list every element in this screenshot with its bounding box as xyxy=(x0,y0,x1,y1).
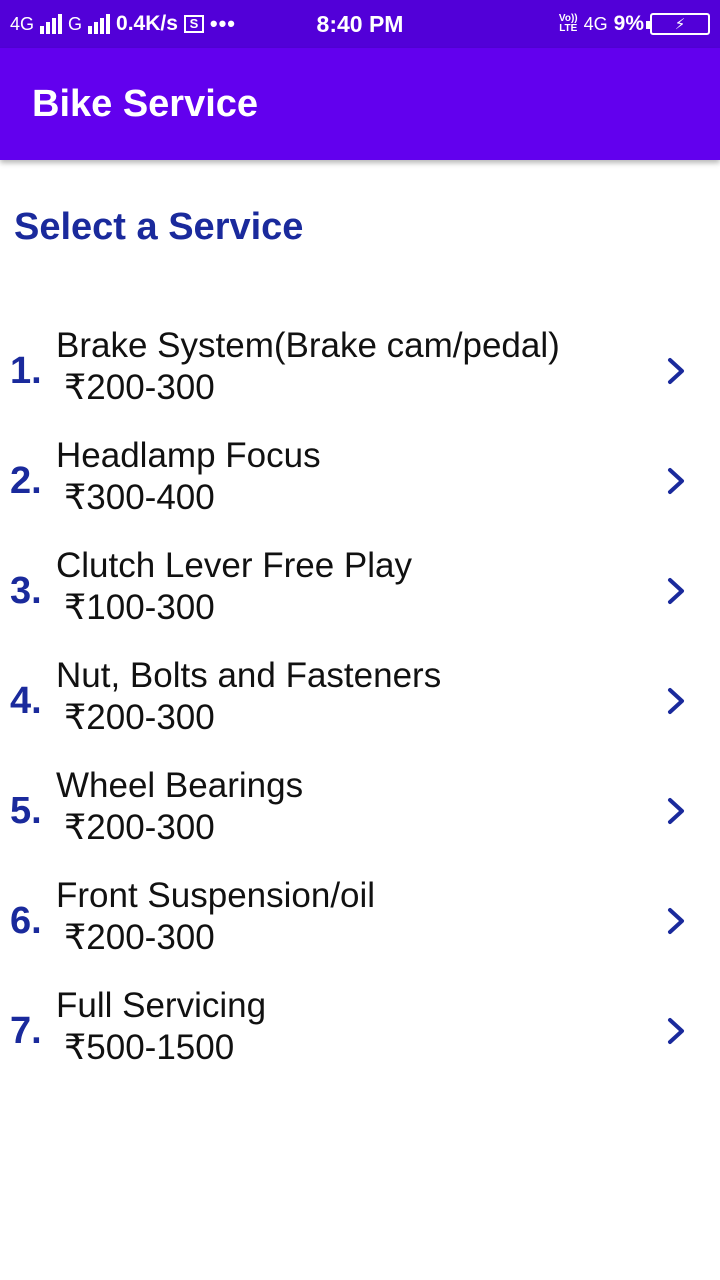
network-label-4g-right: 4G xyxy=(583,13,608,34)
network-speed: 0.4K/s xyxy=(116,12,178,35)
section-title: Select a Service xyxy=(14,206,304,248)
service-name: Full Servicing xyxy=(56,986,267,1025)
service-item[interactable]: 5. Wheel Bearings ₹200-300 xyxy=(0,764,720,874)
service-price: ₹300-400 xyxy=(64,478,215,517)
chevron-right-icon[interactable] xyxy=(664,906,688,936)
service-item[interactable]: 7. Full Servicing ₹500-1500 xyxy=(0,984,720,1094)
status-time: 8:40 PM xyxy=(316,10,404,37)
app-title: Bike Service xyxy=(32,82,259,125)
network-label-4g: 4G xyxy=(10,13,35,34)
service-price: ₹200-300 xyxy=(64,698,215,737)
service-list: 1. Brake System(Brake cam/pedal) ₹200-30… xyxy=(0,324,720,1094)
chevron-right-icon[interactable] xyxy=(664,356,688,386)
app-bar: Bike Service xyxy=(0,48,720,160)
chevron-right-icon[interactable] xyxy=(664,796,688,826)
service-name: Wheel Bearings xyxy=(56,766,304,805)
volte-bottom: LTE xyxy=(559,23,578,34)
service-item[interactable]: 1. Brake System(Brake cam/pedal) ₹200-30… xyxy=(0,324,720,434)
service-name: Brake System(Brake cam/pedal) xyxy=(56,326,560,365)
chevron-right-icon[interactable] xyxy=(664,576,688,606)
service-number: 6. xyxy=(10,900,42,942)
service-price: ₹100-300 xyxy=(64,588,215,627)
service-number: 7. xyxy=(10,1010,42,1052)
service-number: 3. xyxy=(10,570,42,612)
signal-icon xyxy=(88,14,111,34)
screenshot-icon: S xyxy=(183,15,204,33)
service-item[interactable]: 6. Front Suspension/oil ₹200-300 xyxy=(0,874,720,984)
chevron-right-icon[interactable] xyxy=(664,686,688,716)
status-bar: 4G G 0.4K/s S ••• 8:40 PM Vo)) LTE 4G 9%… xyxy=(0,0,720,48)
service-price: ₹200-300 xyxy=(64,368,215,407)
service-item[interactable]: 3. Clutch Lever Free Play ₹100-300 xyxy=(0,544,720,654)
service-name: Clutch Lever Free Play xyxy=(56,546,412,585)
service-number: 1. xyxy=(10,350,42,392)
status-right: Vo)) LTE 4G 9% ⚡ xyxy=(559,12,710,36)
service-name: Nut, Bolts and Fasteners xyxy=(56,656,442,695)
network-label-g: G xyxy=(68,13,83,34)
service-number: 2. xyxy=(10,460,42,502)
volte-icon: Vo)) LTE xyxy=(559,14,578,34)
status-left: 4G G 0.4K/s S ••• xyxy=(10,11,236,37)
service-price: ₹200-300 xyxy=(64,808,215,847)
service-name: Front Suspension/oil xyxy=(56,876,376,915)
service-name: Headlamp Focus xyxy=(56,436,321,475)
battery-charging-icon: ⚡ xyxy=(646,13,710,35)
service-price: ₹500-1500 xyxy=(64,1028,235,1067)
signal-icon xyxy=(40,14,63,34)
chevron-right-icon[interactable] xyxy=(664,466,688,496)
battery-percent: 9% xyxy=(613,12,644,35)
service-item[interactable]: 4. Nut, Bolts and Fasteners ₹200-300 xyxy=(0,654,720,764)
service-item[interactable]: 2. Headlamp Focus ₹300-400 xyxy=(0,434,720,544)
more-icon: ••• xyxy=(209,11,237,36)
service-number: 4. xyxy=(10,680,42,722)
service-number: 5. xyxy=(10,790,42,832)
service-price: ₹200-300 xyxy=(64,918,215,957)
chevron-right-icon[interactable] xyxy=(664,1016,688,1046)
